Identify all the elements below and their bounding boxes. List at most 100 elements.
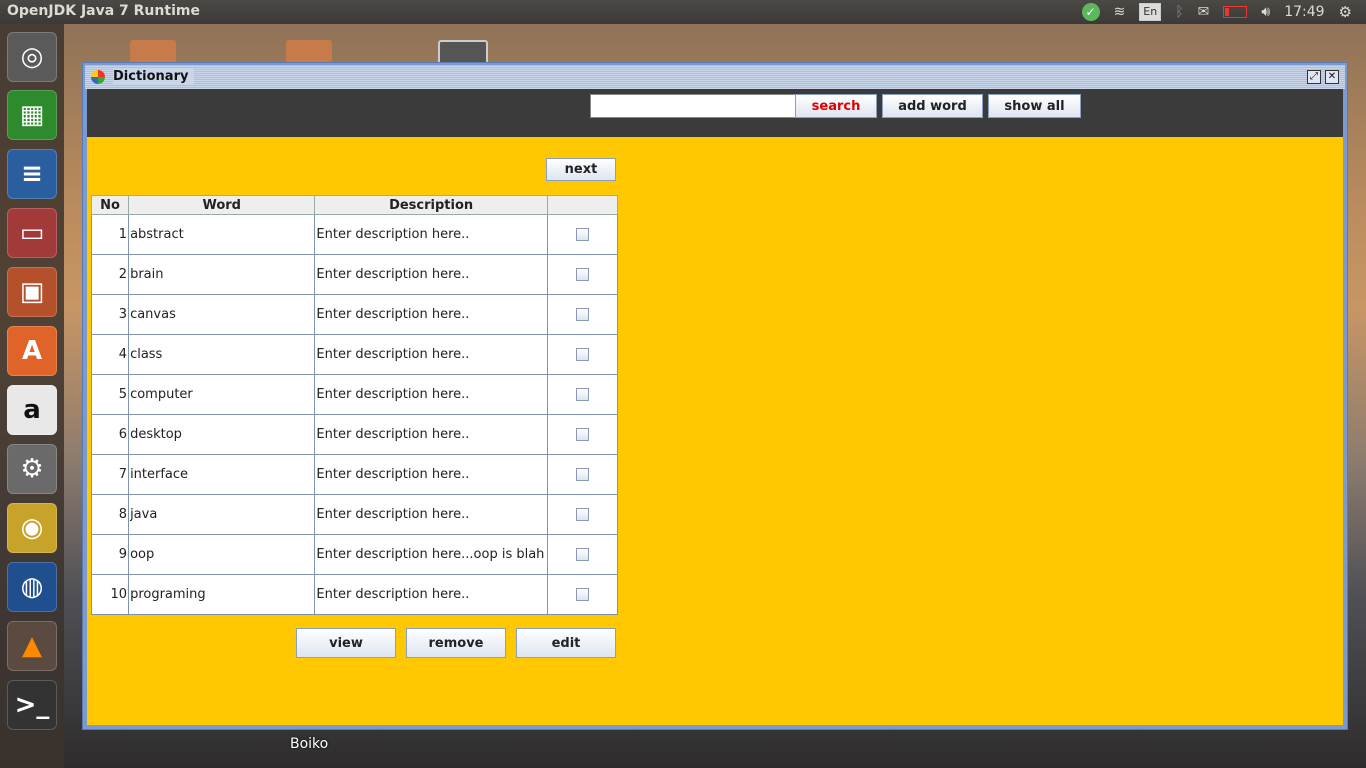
select-cell[interactable] <box>546 334 619 375</box>
select-cell[interactable] <box>546 494 619 535</box>
row-number[interactable]: 6 <box>90 414 130 455</box>
column-header-no[interactable]: No <box>90 195 130 215</box>
select-cell[interactable] <box>546 414 619 455</box>
desktop-folder-icon[interactable] <box>130 40 176 62</box>
remove-button[interactable]: remove <box>406 628 506 658</box>
wifi-icon[interactable]: ≋ <box>1114 4 1126 20</box>
update-ok-icon[interactable]: ✓ <box>1081 3 1100 21</box>
row-checkbox[interactable] <box>575 508 589 521</box>
row-number[interactable]: 8 <box>90 494 130 535</box>
close-icon[interactable]: ✕ <box>1325 70 1339 84</box>
row-checkbox[interactable] <box>575 588 589 601</box>
next-button[interactable]: next <box>546 158 616 181</box>
row-checkbox[interactable] <box>575 468 589 481</box>
select-cell[interactable] <box>546 534 619 575</box>
row-checkbox[interactable] <box>575 228 589 241</box>
table-row[interactable]: 10 programing Enter description here.. <box>90 574 619 615</box>
add-word-button[interactable]: add word <box>882 94 983 118</box>
column-header-word[interactable]: Word <box>128 195 316 215</box>
amazon-icon[interactable]: a <box>7 385 57 435</box>
word-cell[interactable]: canvas <box>128 294 316 335</box>
row-number[interactable]: 3 <box>90 294 130 335</box>
word-cell[interactable]: desktop <box>128 414 316 455</box>
description-cell[interactable]: Enter description here.. <box>314 334 548 375</box>
row-number[interactable]: 10 <box>90 574 130 615</box>
files-icon[interactable]: ▭ <box>7 208 57 258</box>
bluetooth-icon[interactable]: ᛒ <box>1175 4 1183 20</box>
description-cell[interactable]: Enter description here.. <box>314 574 548 615</box>
row-checkbox[interactable] <box>575 548 589 561</box>
select-cell[interactable] <box>546 214 619 255</box>
word-cell[interactable]: programing <box>128 574 316 615</box>
writer-icon[interactable]: ≡ <box>7 149 57 199</box>
column-header-description[interactable]: Description <box>314 195 548 215</box>
table-row[interactable]: 9 oop Enter description here...oop is blah <box>90 534 619 575</box>
battery-icon[interactable] <box>1223 6 1248 18</box>
select-cell[interactable] <box>546 574 619 615</box>
description-cell[interactable]: Enter description here.. <box>314 374 548 415</box>
select-cell[interactable] <box>546 254 619 295</box>
software-center-icon[interactable]: A <box>7 326 57 376</box>
table-row[interactable]: 4 class Enter description here.. <box>90 334 619 375</box>
word-cell[interactable]: interface <box>128 454 316 495</box>
select-cell[interactable] <box>546 374 619 415</box>
word-cell[interactable]: oop <box>128 534 316 575</box>
select-cell[interactable] <box>546 294 619 335</box>
word-cell[interactable]: class <box>128 334 316 375</box>
vlc-icon[interactable]: ▲ <box>7 621 57 671</box>
description-cell[interactable]: Enter description here.. <box>314 494 548 535</box>
session-gear-icon[interactable]: ⚙ <box>1339 3 1352 21</box>
row-number[interactable]: 7 <box>90 454 130 495</box>
spreadsheet-icon[interactable]: ▦ <box>7 90 57 140</box>
row-checkbox[interactable] <box>575 268 589 281</box>
description-cell[interactable]: Enter description here.. <box>314 454 548 495</box>
select-cell[interactable] <box>546 454 619 495</box>
description-cell[interactable]: Enter description here.. <box>314 214 548 255</box>
desktop-icon-label[interactable]: Boiko <box>290 736 328 752</box>
edit-button[interactable]: edit <box>516 628 616 658</box>
show-all-button[interactable]: show all <box>988 94 1081 118</box>
row-number[interactable]: 5 <box>90 374 130 415</box>
row-number[interactable]: 2 <box>90 254 130 295</box>
table-row[interactable]: 3 canvas Enter description here.. <box>90 294 619 335</box>
view-button[interactable]: view <box>296 628 396 658</box>
row-checkbox[interactable] <box>575 428 589 441</box>
window-title-bar[interactable]: Dictionary ⤢ ✕ <box>85 65 1345 89</box>
row-checkbox[interactable] <box>575 388 589 401</box>
table-row[interactable]: 8 java Enter description here.. <box>90 494 619 535</box>
java-app-icon <box>91 70 105 84</box>
description-cell[interactable]: Enter description here...oop is blah <box>314 534 548 575</box>
table-row[interactable]: 1 abstract Enter description here.. <box>90 214 619 255</box>
impress-icon[interactable]: ▣ <box>7 267 57 317</box>
row-checkbox[interactable] <box>575 348 589 361</box>
search-input[interactable] <box>590 94 796 118</box>
description-cell[interactable]: Enter description here.. <box>314 294 548 335</box>
table-row[interactable]: 7 interface Enter description here.. <box>90 454 619 495</box>
word-cell[interactable]: abstract <box>128 214 316 255</box>
desktop-folder-icon[interactable] <box>286 40 332 62</box>
row-number[interactable]: 4 <box>90 334 130 375</box>
settings-icon[interactable]: ⚙ <box>7 444 57 494</box>
description-cell[interactable]: Enter description here.. <box>314 414 548 455</box>
volume-icon[interactable]: 🔊︎ <box>1261 4 1270 20</box>
column-header-select[interactable] <box>546 195 619 215</box>
table-row[interactable]: 5 computer Enter description here.. <box>90 374 619 415</box>
clock[interactable]: 17:49 <box>1284 4 1324 20</box>
word-cell[interactable]: brain <box>128 254 316 295</box>
row-number[interactable]: 9 <box>90 534 130 575</box>
word-cell[interactable]: java <box>128 494 316 535</box>
ubuntu-icon[interactable]: ◎ <box>7 32 57 82</box>
table-row[interactable]: 6 desktop Enter description here.. <box>90 414 619 455</box>
terminal-icon[interactable]: >_ <box>7 680 57 730</box>
row-checkbox[interactable] <box>575 308 589 321</box>
description-cell[interactable]: Enter description here.. <box>314 254 548 295</box>
word-cell[interactable]: computer <box>128 374 316 415</box>
row-number[interactable]: 1 <box>90 214 130 255</box>
table-row[interactable]: 2 brain Enter description here.. <box>90 254 619 295</box>
google-earth-icon[interactable]: ◍ <box>7 562 57 612</box>
keyboard-language-indicator[interactable]: En <box>1139 3 1162 21</box>
chrome-icon[interactable]: ◉ <box>7 503 57 553</box>
restore-icon[interactable]: ⤢ <box>1307 70 1321 84</box>
search-button[interactable]: search <box>795 94 877 118</box>
mail-icon[interactable]: ✉ <box>1198 4 1210 20</box>
